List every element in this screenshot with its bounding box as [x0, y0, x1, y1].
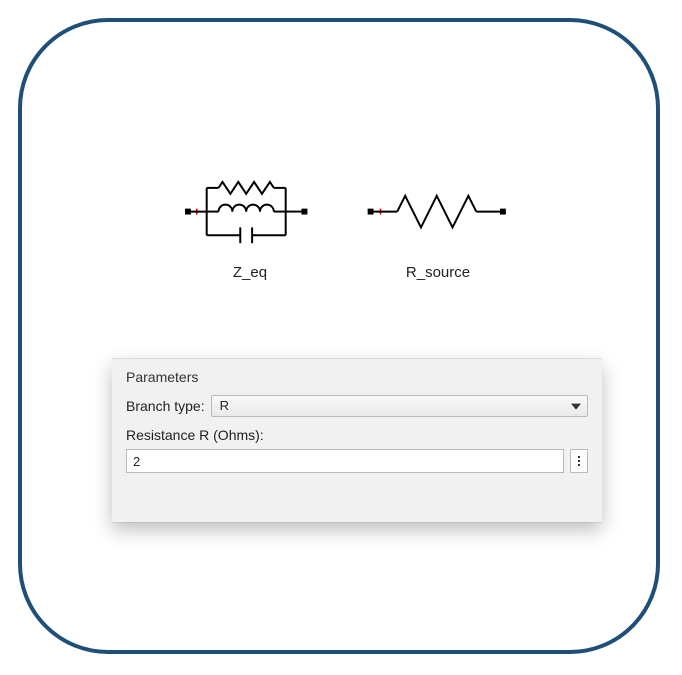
- diagram-canvas: [22, 22, 656, 650]
- branch-type-select[interactable]: R: [211, 395, 588, 417]
- more-options-button[interactable]: [570, 449, 588, 473]
- panel-title: Parameters: [126, 369, 588, 385]
- resistance-input[interactable]: [126, 449, 564, 473]
- ellipsis-icon: [578, 460, 580, 462]
- resistance-label: Resistance R (Ohms):: [126, 427, 588, 443]
- component-label-r-source: R_source: [378, 264, 498, 281]
- component-label-z-eq: Z_eq: [190, 264, 310, 281]
- branch-type-label: Branch type:: [126, 398, 205, 414]
- component-r-source[interactable]: [368, 196, 506, 228]
- ellipsis-icon: [578, 456, 580, 458]
- rounded-frame: Z_eq R_source Parameters Branch type: R …: [18, 18, 660, 654]
- chevron-down-icon: [571, 404, 581, 410]
- parameters-panel: Parameters Branch type: R Resistance R (…: [112, 358, 602, 522]
- ellipsis-icon: [578, 464, 580, 466]
- component-z-eq[interactable]: [185, 182, 307, 243]
- branch-type-value: R: [220, 398, 229, 413]
